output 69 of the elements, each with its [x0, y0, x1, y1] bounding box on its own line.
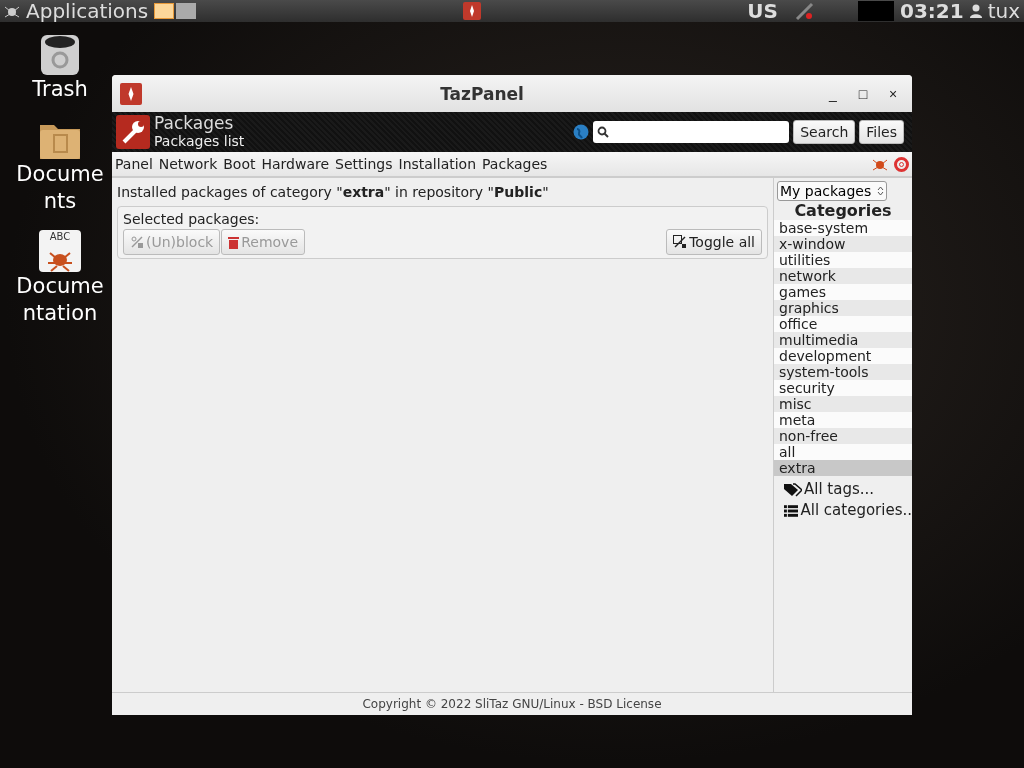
- category-item[interactable]: x-window: [774, 236, 912, 252]
- trash-icon[interactable]: [38, 32, 82, 76]
- icon-badge-text: ABC: [48, 231, 72, 242]
- wrench-icon: [116, 115, 150, 149]
- menu-item[interactable]: Packages: [482, 156, 548, 172]
- sidebar-link[interactable]: All tags...: [774, 479, 912, 500]
- workspace-switch[interactable]: [176, 3, 197, 19]
- list-icon: [784, 504, 799, 517]
- help-icon[interactable]: [894, 156, 909, 172]
- toggle-icon: [673, 235, 688, 249]
- bug-icon[interactable]: [872, 157, 888, 171]
- window-control-button[interactable]: □: [852, 85, 874, 102]
- category-item[interactable]: graphics: [774, 300, 912, 316]
- search-field[interactable]: [593, 121, 790, 143]
- clock: 03:21: [900, 0, 964, 22]
- category-item[interactable]: non-free: [774, 428, 912, 444]
- keyboard-layout[interactable]: US: [747, 0, 778, 22]
- toggle-all-button[interactable]: Toggle all: [666, 229, 762, 255]
- desktop-icon-label[interactable]: Documentation: [12, 273, 108, 327]
- category-item[interactable]: system-tools: [774, 364, 912, 380]
- menu-item[interactable]: Boot: [223, 156, 256, 172]
- network-disconnected-icon[interactable]: [794, 1, 816, 21]
- user-icon: [969, 4, 982, 18]
- menu-item[interactable]: Network: [158, 156, 218, 172]
- applications-menu[interactable]: Applications: [26, 0, 149, 22]
- category-item[interactable]: security: [774, 380, 912, 396]
- selected-packages-label: Selected packages:: [123, 211, 261, 227]
- menu-item[interactable]: Installation: [398, 156, 477, 172]
- globe-icon[interactable]: [573, 124, 590, 140]
- category-item[interactable]: multimedia: [774, 332, 912, 348]
- sidebar-link[interactable]: All categories..: [774, 500, 912, 521]
- spinner-icon: [877, 185, 884, 197]
- categories-heading: Categories: [793, 201, 893, 220]
- footer-text: Copyright © 2022 SliTaz GNU/Linux - BSD License: [112, 692, 912, 715]
- category-item[interactable]: development: [774, 348, 912, 364]
- workspace-switch[interactable]: [154, 3, 175, 19]
- tazpanel-icon[interactable]: [462, 2, 481, 20]
- repository-select[interactable]: My packages: [777, 181, 887, 201]
- tags-icon: [784, 482, 802, 497]
- menu-item[interactable]: Panel: [115, 156, 153, 172]
- menu-item[interactable]: Hardware: [261, 156, 330, 172]
- window-control-button[interactable]: _: [822, 85, 844, 102]
- unblock-icon: [130, 235, 144, 249]
- user-name[interactable]: tux: [987, 0, 1020, 22]
- category-item[interactable]: utilities: [774, 252, 912, 268]
- category-item[interactable]: network: [774, 268, 912, 284]
- desktop-icon-label[interactable]: Documents: [12, 161, 108, 215]
- category-item[interactable]: base-system: [774, 220, 912, 236]
- category-item[interactable]: office: [774, 316, 912, 332]
- category-item[interactable]: meta: [774, 412, 912, 428]
- menu-item[interactable]: Settings: [335, 156, 393, 172]
- page-subtitle: Packages list: [154, 133, 246, 150]
- system-monitor: [858, 1, 894, 21]
- category-item[interactable]: extra: [774, 460, 912, 476]
- category-item[interactable]: all: [774, 444, 912, 460]
- page-title: Packages: [154, 114, 235, 133]
- window-control-button[interactable]: ×: [882, 85, 904, 102]
- desktop-icon-label[interactable]: Trash: [12, 76, 108, 103]
- info-text: Installed packages of category "extra" in repository "Public": [117, 184, 550, 200]
- trash-icon: [228, 235, 240, 249]
- spider-document-icon[interactable]: [38, 229, 82, 273]
- category-item[interactable]: games: [774, 284, 912, 300]
- search-icon: [597, 126, 610, 138]
- files-button[interactable]: Files: [859, 120, 904, 144]
- search-button[interactable]: Search: [793, 120, 856, 144]
- spider-icon[interactable]: [4, 4, 20, 18]
- tazpanel-icon: [120, 82, 142, 105]
- window-title: TazPanel: [439, 83, 525, 104]
- category-item[interactable]: misc: [774, 396, 912, 412]
